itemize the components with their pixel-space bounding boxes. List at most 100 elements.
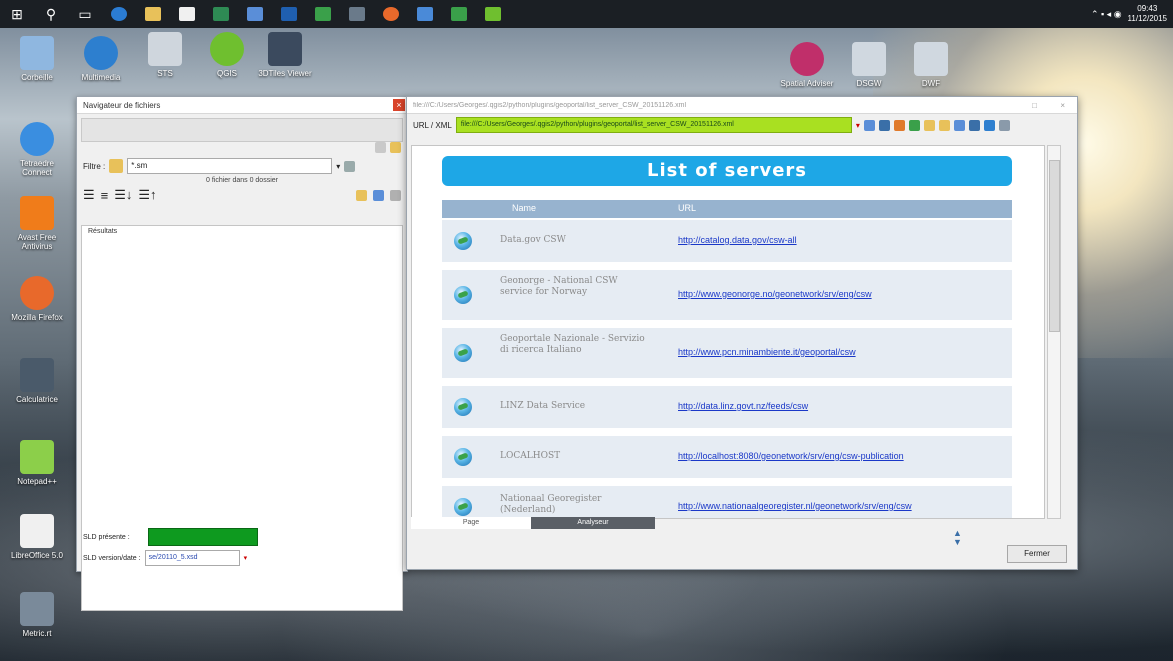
settings-icon[interactable] [344, 160, 356, 172]
page-banner: List of servers [442, 156, 1012, 186]
print-icon[interactable] [968, 119, 980, 131]
tray-icons[interactable]: ⌃ ▪ ◂ ◉ [1091, 9, 1122, 20]
app-icon-4[interactable] [306, 0, 340, 28]
multimedia-icon [84, 36, 118, 70]
libreoffice-icon [20, 514, 54, 548]
filter-label: Filtre : [83, 161, 106, 171]
desktop-icon-label: STS [157, 69, 173, 78]
sort-down-icon[interactable]: ☰↓ [114, 187, 132, 203]
server-url-link[interactable]: http://www.geonorge.no/geonetwork/srv/en… [678, 289, 872, 299]
desktop-icon-label: DWF [921, 79, 941, 88]
sld-version-combo[interactable]: se/20110_5.xsd [144, 550, 240, 566]
file-navigator-titlebar[interactable]: Navigateur de fichiers × [77, 97, 407, 114]
folder-icon[interactable] [136, 0, 170, 28]
sld-version-label: SLD version/date : [83, 554, 141, 562]
server-url-link[interactable]: http://localhost:8080/geonetwork/srv/eng… [678, 451, 904, 461]
folder-open-icon[interactable] [390, 141, 401, 153]
app-icon-2[interactable] [238, 0, 272, 28]
app-icon-1[interactable] [204, 0, 238, 28]
desktop-icon-notepadpp[interactable]: Notepad++ [6, 440, 68, 486]
server-url-link[interactable]: http://www.pcn.minambiente.it/geoportal/… [678, 347, 856, 357]
tree-root-item[interactable]: Résultats [82, 226, 402, 237]
chevron-down-icon[interactable]: ▾ [856, 121, 860, 130]
store-icon[interactable] [170, 0, 204, 28]
window-title: Navigateur de fichiers [83, 100, 161, 110]
server-url-link[interactable]: http://data.linz.govt.nz/feeds/csw [678, 401, 808, 411]
qgis-desktop-icon [210, 32, 244, 66]
save-icon[interactable] [953, 119, 965, 131]
view-tabs: Page Analyseur [411, 517, 655, 529]
qgis-icon[interactable] [476, 0, 510, 28]
tab-analyseur[interactable]: Analyseur [531, 517, 655, 529]
table-row: LINZ Data Service http://data.linz.govt.… [442, 386, 1012, 432]
scrollbar-thumb[interactable] [1049, 160, 1060, 332]
server-url-link[interactable]: http://www.nationaalgeoregister.nl/geone… [678, 501, 912, 511]
close-button[interactable]: × [393, 99, 405, 111]
desktop-icon-avast[interactable]: Avast Free Antivirus [6, 196, 68, 251]
home-icon[interactable] [908, 119, 920, 131]
desktop-icon-calculatrice[interactable]: Calculatrice [6, 358, 68, 404]
up-icon[interactable] [375, 141, 386, 153]
tab-page[interactable]: Page [411, 517, 531, 529]
notepad-icon[interactable] [442, 0, 476, 28]
xml-viewer-titlebar[interactable]: file:///C:/Users/Georges/.qgis2/python/p… [407, 97, 1077, 114]
desktop-icon-libreoffice[interactable]: LibreOffice 5.0 [6, 514, 68, 560]
filter-row: Filtre : *.sm ▾ [77, 155, 407, 177]
clock[interactable]: 09:43 11/12/2015 [1128, 4, 1167, 24]
document-icon[interactable] [408, 0, 442, 28]
chevron-down-icon[interactable]: ▾ [336, 162, 340, 171]
clock-time: 09:43 [1137, 4, 1158, 13]
close-icon[interactable]: × [1060, 101, 1065, 110]
desktop-icon-metric[interactable]: Metric.rt [6, 592, 68, 638]
desktop-icon-sts[interactable]: STS [134, 32, 196, 78]
url-input[interactable]: file:///C:/Users/Georges/.qgis2/python/p… [455, 117, 852, 133]
maximize-icon[interactable]: □ [1032, 101, 1037, 110]
folder-icon[interactable] [109, 159, 124, 173]
window-title: file:///C:/Users/Georges/.qgis2/python/p… [413, 101, 687, 109]
firefox-icon[interactable] [374, 0, 408, 28]
desktop-icon-3dtiles[interactable]: 3DTiles Viewer [254, 32, 316, 78]
close-button[interactable]: Fermer [1007, 545, 1067, 563]
path-bar[interactable] [81, 118, 403, 142]
desktop-icon-spatial-adviser[interactable]: Spatial Adviser [776, 42, 838, 88]
globe-icon [454, 398, 472, 416]
nav-arrows[interactable]: ▲ ▼ [953, 529, 963, 547]
open-icon[interactable] [923, 119, 935, 131]
desktop-icon-label: Spatial Adviser [780, 79, 834, 88]
desktop-icon-label: Mozilla Firefox [11, 313, 63, 322]
save-icon[interactable] [373, 189, 384, 201]
desktop-icon-tetraedre[interactable]: Tetraedre Connect [6, 122, 68, 177]
app-icon-5[interactable] [340, 0, 374, 28]
filter-combo[interactable]: *.sm [127, 158, 333, 174]
desktop-icon-recycle-bin[interactable]: Corbeille [6, 36, 68, 82]
windows-icon[interactable]: ⊞ [0, 0, 34, 28]
go-icon[interactable] [863, 119, 875, 131]
export-icon[interactable] [983, 119, 995, 131]
server-url-link[interactable]: http://catalog.data.gov/csw-all [678, 235, 797, 245]
xml-render-area: List of servers Name URL Data.gov CSW ht… [411, 145, 1045, 519]
stop-icon[interactable] [893, 119, 905, 131]
firefox-desktop-icon [20, 276, 54, 310]
vertical-scrollbar[interactable] [1047, 145, 1061, 519]
desktop-icon-firefox[interactable]: Mozilla Firefox [6, 276, 68, 322]
clock-date: 11/12/2015 [1127, 14, 1167, 23]
desktop-icon-dwf[interactable]: DWF [900, 42, 962, 88]
new-folder-icon[interactable] [356, 189, 367, 201]
app-icon-3[interactable] [272, 0, 306, 28]
desktop-icon-qgis[interactable]: QGIS [196, 32, 258, 78]
folder-icon[interactable] [938, 119, 950, 131]
sld-version-row: SLD version/date : se/20110_5.xsd ▾ [77, 547, 253, 569]
desktop-icon-dsgw[interactable]: DSGW [838, 42, 900, 88]
task-view-icon[interactable]: ▭ [68, 0, 102, 28]
chevron-down-icon[interactable]: ▾ [244, 554, 248, 562]
options-icon[interactable] [998, 119, 1010, 131]
edge-icon[interactable] [102, 0, 136, 28]
reload-icon[interactable] [878, 119, 890, 131]
column-name-header: Name [512, 203, 537, 213]
list-icon[interactable]: ≡ [101, 188, 109, 203]
search-icon[interactable]: ⚲ [34, 0, 68, 28]
expand-all-icon[interactable]: ☰ [83, 187, 95, 203]
print-icon[interactable] [390, 189, 401, 201]
desktop-icon-multimedia[interactable]: Multimedia [70, 36, 132, 82]
sort-up-icon[interactable]: ☰↑ [138, 187, 156, 203]
